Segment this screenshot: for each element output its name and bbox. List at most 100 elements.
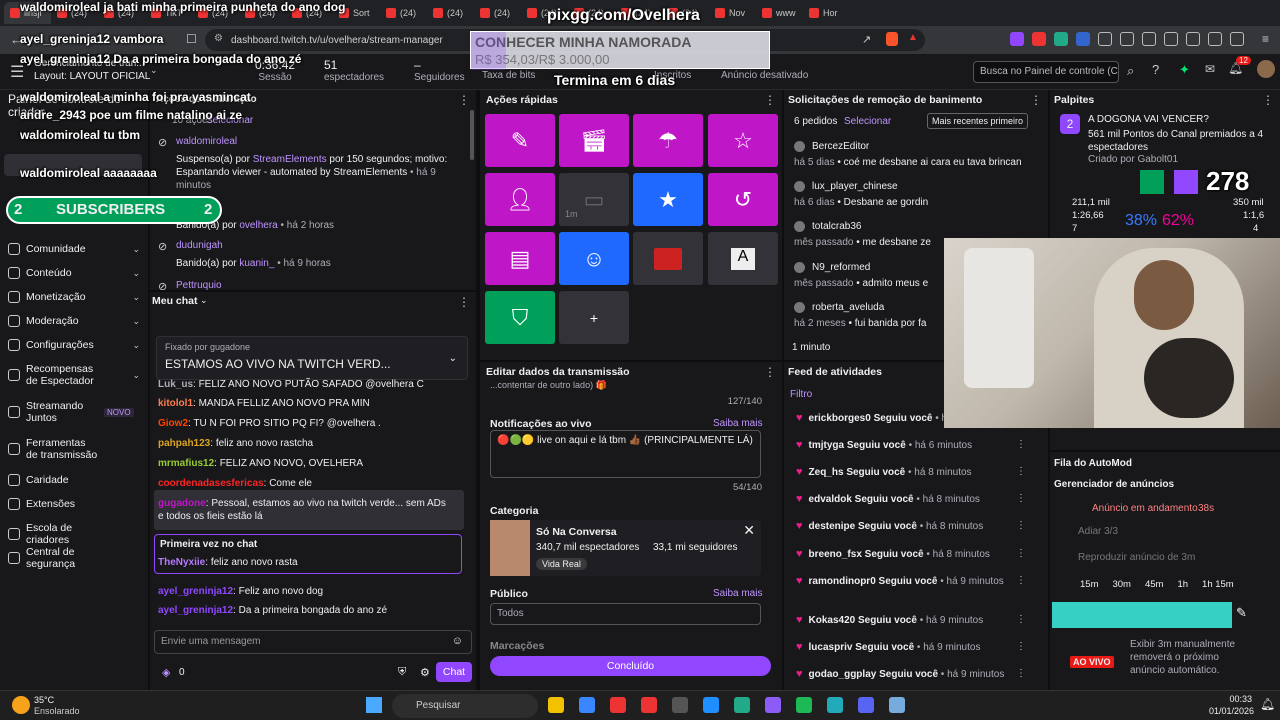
prediction-action-button[interactable]: ⛉ (485, 291, 555, 344)
channel-points-icon[interactable]: ◈ (162, 666, 170, 679)
browser-tab[interactable]: (24) (380, 2, 427, 24)
chevron-down-icon[interactable]: ⌄ (132, 340, 140, 351)
unban-select[interactable]: Selecionar (844, 116, 891, 127)
chevron-down-icon[interactable]: ⌄ (132, 268, 140, 279)
dashboard-search-input[interactable]: Busca no Painel de controle (C (973, 61, 1119, 83)
activity-menu-icon[interactable]: ⋮ (1016, 520, 1026, 531)
browser-extension-icon[interactable] (1054, 32, 1068, 46)
activity-menu-icon[interactable]: ⋮ (1016, 493, 1026, 504)
layout-chevron-icon[interactable]: ⌄ (150, 65, 158, 76)
avatar[interactable] (1257, 60, 1275, 78)
chat-input[interactable]: Envie uma mensagem ☺ (154, 630, 472, 654)
sidebar-item[interactable]: Caridade (8, 474, 140, 486)
site-info-icon[interactable]: ⚙ (214, 33, 223, 44)
custom-action-button[interactable]: A (708, 232, 778, 285)
chat-username[interactable]: ayel_greninja12 (158, 605, 233, 616)
brave-rewards-icon[interactable]: ▲ (908, 32, 918, 43)
predictions-menu-icon[interactable]: ⋮ (1262, 93, 1274, 107)
layout-action-button[interactable]: ▤ (485, 232, 555, 285)
chat-username[interactable]: ayel_greninja12 (158, 586, 233, 597)
chevron-down-icon[interactable]: ⌄ (132, 244, 140, 255)
chat-username[interactable]: coordenadasesfericas (158, 478, 264, 489)
unban-request[interactable]: BercezEditor há 5 dias • coé me desbane a… (794, 141, 1034, 168)
taskbar-search[interactable]: Pesquisar (392, 694, 538, 718)
unban-sort-select[interactable]: Mais recentes primeiro (927, 113, 1029, 129)
taskbar-app-icon[interactable] (672, 697, 688, 713)
extension-action-button[interactable] (633, 232, 703, 285)
taskbar-app-icon[interactable] (703, 697, 719, 713)
share-icon[interactable]: ↗ (862, 33, 871, 46)
unban-request[interactable]: lux_player_chinese há 6 dias • Desbane ae… (794, 181, 1034, 208)
browser-extension-icon[interactable] (1186, 32, 1200, 46)
edit-action-button[interactable]: ✎ (485, 114, 555, 167)
activity-filter[interactable]: Filtro (790, 389, 812, 400)
chat-menu-icon[interactable]: ⋮ (458, 295, 470, 309)
taskbar-app-icon[interactable] (610, 697, 626, 713)
stream-info-menu-icon[interactable]: ⋮ (764, 365, 776, 379)
browser-extension-icon[interactable] (1076, 32, 1090, 46)
activity-user[interactable]: erickborges0 (809, 413, 871, 424)
chat-username[interactable]: TheNyxiie (158, 557, 205, 568)
pinned-expand-icon[interactable]: ⌄ (449, 353, 457, 364)
favorite-action-button[interactable]: ☆ (708, 114, 778, 167)
sidebar-item[interactable]: Escola de criadores (8, 522, 140, 546)
brave-shield-icon[interactable] (886, 32, 898, 46)
activity-menu-icon[interactable]: ⋮ (1016, 575, 1026, 586)
edit-ad-icon[interactable]: ✎ (1236, 605, 1247, 621)
search-icon[interactable]: ⌕ (1127, 63, 1134, 79)
activity-user[interactable]: edvaldok (809, 494, 852, 505)
sidebar-item[interactable]: Ferramentas de transmissão (8, 437, 140, 461)
notification-bell-icon[interactable]: 🔔︎ (1260, 697, 1275, 711)
chat-username[interactable]: mrmafius12 (158, 458, 214, 469)
snooze-ad-button[interactable]: Adiar 3/3 (1062, 524, 1197, 542)
unban-menu-icon[interactable]: ⋮ (1030, 93, 1042, 107)
activity-user[interactable]: Kokas420 (809, 615, 856, 626)
scrollbar[interactable] (470, 110, 474, 160)
taskbar-app-icon[interactable] (579, 697, 595, 713)
activity-user[interactable]: destenipe (809, 521, 856, 532)
browser-extension-icon[interactable] (1098, 32, 1112, 46)
sidebar-item[interactable]: Conteúdo ⌄ (8, 267, 140, 279)
menu-icon[interactable]: ≡ (1262, 32, 1269, 46)
taskbar-app-icon[interactable] (827, 697, 843, 713)
mod-action-user[interactable]: dudunigah (176, 240, 458, 251)
browser-extension-icon[interactable] (1032, 32, 1046, 46)
activity-user[interactable]: lucaspriv (809, 642, 853, 653)
sidebar-item[interactable]: Monetização ⌄ (8, 291, 140, 303)
browser-extension-icon[interactable] (1120, 32, 1134, 46)
browser-tab[interactable]: www (756, 2, 803, 24)
sidebar-item[interactable]: Comunidade ⌄ (8, 243, 140, 255)
activity-user[interactable]: breeno_fsx (809, 549, 862, 560)
panel-menu-icon[interactable]: ⋮ (458, 93, 470, 107)
browser-extension-icon[interactable] (1010, 32, 1024, 46)
replay-action-button[interactable]: ↺ (708, 173, 778, 226)
taskbar-app-icon[interactable] (858, 697, 874, 713)
notif-textarea[interactable]: 🔴🟢🟡 live on aqui e lá tbm 👍🏾 (PRINCIPALM… (490, 430, 761, 478)
done-button[interactable]: Concluído (490, 656, 771, 676)
audience-learn-more[interactable]: Saiba mais (713, 588, 762, 599)
taskbar-app-icon[interactable] (889, 697, 905, 713)
mod-action-by[interactable]: ovelhera (239, 220, 277, 231)
chat-send-button[interactable]: Chat (436, 662, 472, 682)
browser-tab[interactable]: Nov (709, 2, 756, 24)
taskbar-app-icon[interactable] (765, 697, 781, 713)
chevron-down-icon[interactable]: ⌄ (132, 370, 140, 381)
ad-action-button[interactable]: ▭ 1m (559, 173, 629, 226)
activity-menu-icon[interactable]: ⋮ (1016, 548, 1026, 559)
mod-action-by[interactable]: kuanin_ (239, 258, 274, 269)
help-icon[interactable]: ? (1152, 62, 1159, 77)
activity-user[interactable]: Zeq_hs (809, 467, 844, 478)
taskbar-app-icon[interactable] (734, 697, 750, 713)
add-action-button[interactable]: + (559, 291, 629, 344)
activity-user[interactable]: godao_ggplay (809, 669, 877, 680)
bookmark-icon[interactable]: ☐ (186, 32, 197, 46)
add-mod-action-button[interactable]: 👤︎ (485, 173, 555, 226)
windows-start-icon[interactable] (366, 697, 382, 713)
activity-menu-icon[interactable]: ⋮ (1016, 614, 1026, 625)
clip-action-button[interactable]: 🎬︎ (559, 114, 629, 167)
chat-chevron-icon[interactable]: ⌄ (200, 295, 208, 306)
browser-tab[interactable]: Hor (803, 2, 850, 24)
mod-action-user[interactable]: Pettruquio (176, 280, 458, 290)
browser-tab[interactable]: (24) (427, 2, 474, 24)
emote-icon[interactable]: ☺ (452, 635, 463, 647)
